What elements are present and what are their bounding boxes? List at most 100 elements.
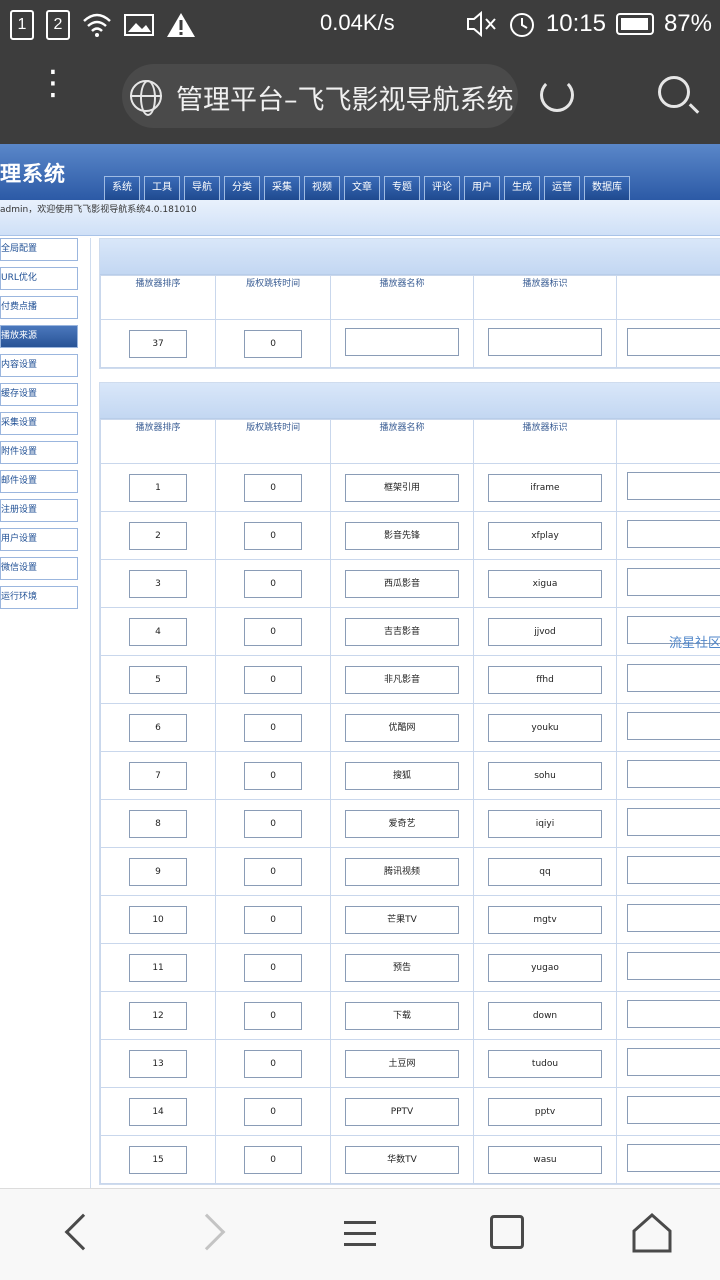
jump-time-input[interactable]: 0 [244,1049,303,1078]
player-id-input[interactable]: youku [488,713,602,742]
player-name-input[interactable]: 芒果TV [344,905,459,934]
player-name-input[interactable]: 吉吉影音 [344,617,459,646]
player-name-input[interactable]: 影音先锋 [344,521,459,550]
jump-time-input[interactable]: 0 [244,665,303,694]
nav-tab[interactable]: 工具 [144,176,180,200]
order-input[interactable]: 13 [129,1049,188,1078]
extra-input[interactable] [627,1144,720,1172]
order-input[interactable]: 12 [129,1001,188,1030]
player-id-input[interactable]: yugao [488,953,602,982]
player-name-input[interactable] [344,328,459,356]
sidebar-item[interactable]: 内容设置 [0,354,78,377]
order-input[interactable]: 14 [129,1097,188,1126]
jump-time-input[interactable]: 0 [244,809,303,838]
menu-button[interactable] [336,1209,384,1257]
extra-input[interactable] [627,1048,720,1076]
jump-time-input[interactable]: 0 [244,617,303,646]
nav-tab[interactable]: 用户 [464,176,500,200]
sidebar-item[interactable]: 附件设置 [0,441,78,464]
order-input[interactable]: 37 [129,329,188,358]
player-name-input[interactable]: 下载 [344,1001,459,1030]
player-id-input[interactable]: pptv [488,1097,602,1126]
extra-input[interactable] [627,760,720,788]
sidebar-item[interactable]: 全局配置 [0,238,78,261]
nav-tab[interactable]: 采集 [264,176,300,200]
player-name-input[interactable]: 非凡影音 [344,665,459,694]
extra-input[interactable] [627,1096,720,1124]
player-id-input[interactable] [488,328,602,356]
jump-time-input[interactable]: 0 [244,761,303,790]
player-name-input[interactable]: 西瓜影音 [344,569,459,598]
jump-time-input[interactable]: 0 [244,473,303,502]
extra-input[interactable] [627,568,720,596]
nav-tab[interactable]: 生成 [504,176,540,200]
player-id-input[interactable]: qq [488,857,602,886]
player-name-input[interactable]: 搜狐 [344,761,459,790]
player-id-input[interactable]: ffhd [488,665,602,694]
order-input[interactable]: 2 [129,521,188,550]
player-name-input[interactable]: PPTV [344,1097,459,1126]
reload-icon[interactable] [540,78,574,112]
sidebar-item[interactable]: 微信设置 [0,557,78,580]
nav-tab[interactable]: 专题 [384,176,420,200]
player-id-input[interactable]: xfplay [488,521,602,550]
order-input[interactable]: 15 [129,1145,188,1174]
extra-input[interactable] [627,904,720,932]
order-input[interactable]: 7 [129,761,188,790]
extra-input[interactable] [627,712,720,740]
player-id-input[interactable]: mgtv [488,905,602,934]
player-id-input[interactable]: jjvod [488,617,602,646]
nav-tab[interactable]: 视频 [304,176,340,200]
jump-time-input[interactable]: 0 [244,905,303,934]
home-button[interactable] [628,1209,676,1257]
player-id-input[interactable]: tudou [488,1049,602,1078]
order-input[interactable]: 1 [129,473,188,502]
nav-tab[interactable]: 文章 [344,176,380,200]
extra-input[interactable] [627,520,720,548]
sidebar-item[interactable]: 缓存设置 [0,383,78,406]
player-id-input[interactable]: iframe [488,473,602,502]
nav-tab[interactable]: 数据库 [584,176,630,200]
jump-time-input[interactable]: 0 [244,1145,303,1174]
player-id-input[interactable]: sohu [488,761,602,790]
jump-time-input[interactable]: 0 [244,857,303,886]
extra-input[interactable] [627,328,720,356]
order-input[interactable]: 10 [129,905,188,934]
nav-tab[interactable]: 运营 [544,176,580,200]
sidebar-item[interactable]: 付费点播 [0,296,78,319]
order-input[interactable]: 5 [129,665,188,694]
jump-time-input[interactable]: 0 [244,569,303,598]
page-title[interactable]: 管理平台–飞飞影视导航系统 [176,78,514,117]
sidebar-item[interactable]: 邮件设置 [0,470,78,493]
player-id-input[interactable]: wasu [488,1145,602,1174]
jump-time-input[interactable]: 0 [244,713,303,742]
extra-input[interactable] [627,856,720,884]
nav-tab[interactable]: 分类 [224,176,260,200]
extra-input[interactable] [627,808,720,836]
jump-time-input[interactable]: 0 [244,1001,303,1030]
order-input[interactable]: 3 [129,569,188,598]
sidebar-item[interactable]: 播放来源 [0,325,78,348]
sidebar-item[interactable]: 注册设置 [0,499,78,522]
player-id-input[interactable]: down [488,1001,602,1030]
order-input[interactable]: 8 [129,809,188,838]
player-name-input[interactable]: 腾讯视频 [344,857,459,886]
sidebar-item[interactable]: 运行环境 [0,586,78,609]
sidebar-item[interactable]: 用户设置 [0,528,78,551]
player-name-input[interactable]: 土豆网 [344,1049,459,1078]
extra-input[interactable] [627,1000,720,1028]
sidebar-item[interactable]: 采集设置 [0,412,78,435]
jump-time-input[interactable]: 0 [244,953,303,982]
player-name-input[interactable]: 爱奇艺 [344,809,459,838]
player-id-input[interactable]: xigua [488,569,602,598]
player-id-input[interactable]: iqiyi [488,809,602,838]
jump-time-input[interactable]: 0 [244,521,303,550]
player-name-input[interactable]: 框架引用 [344,473,459,502]
more-menu-icon[interactable]: ⋮ [36,66,70,100]
search-icon[interactable] [658,76,690,108]
extra-input[interactable] [627,952,720,980]
extra-input[interactable] [627,664,720,692]
player-name-input[interactable]: 预告 [344,953,459,982]
order-input[interactable]: 11 [129,953,188,982]
extra-input[interactable] [627,472,720,500]
